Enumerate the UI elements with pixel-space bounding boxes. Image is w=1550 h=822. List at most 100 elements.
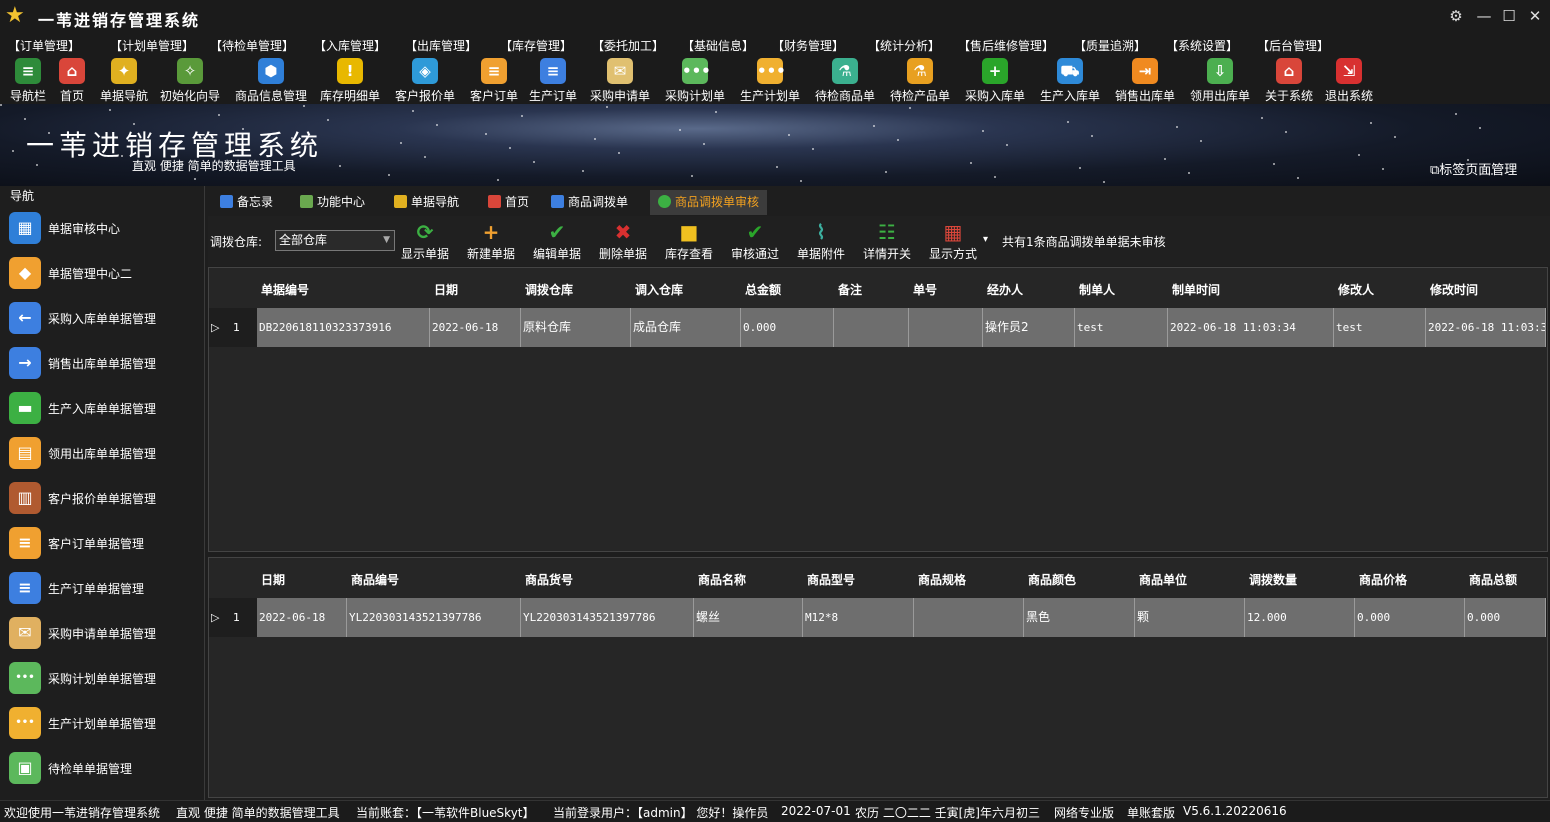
tab-1[interactable]: 备忘录 (212, 190, 281, 215)
toolbar-button-8[interactable]: ≡ 客户订单 (470, 58, 518, 104)
toolbar-button-2[interactable]: ⌂ 首页 (59, 58, 85, 104)
action-button-6[interactable]: ✔ 审核通过 (731, 219, 779, 262)
tab-6[interactable]: 商品调拨单审核 (650, 190, 768, 215)
column-header[interactable]: 调入仓库 (635, 281, 683, 298)
column-header[interactable]: 商品名称 (698, 571, 746, 588)
table-cell[interactable] (914, 598, 1024, 637)
column-header[interactable]: 商品总额 (1469, 571, 1517, 588)
toolbar-button-13[interactable]: ⚗ 待检商品单 (815, 58, 875, 104)
warehouse-select[interactable]: 全部仓库 ▼ (275, 230, 395, 251)
table-cell[interactable]: test (1334, 308, 1426, 347)
menu-item[interactable]: 【后台管理】 (1257, 37, 1329, 54)
table-cell[interactable]: 0.000 (1465, 598, 1546, 637)
table-cell[interactable]: 颗 (1135, 598, 1245, 637)
action-button-3[interactable]: ✔ 编辑单据 (533, 219, 581, 262)
toolbar-button-4[interactable]: ✧ 初始化向导 (160, 58, 220, 104)
menu-item[interactable]: 【入库管理】 (314, 37, 386, 54)
settings-gear-icon[interactable]: ⚙ (1444, 5, 1468, 27)
table-cell[interactable]: 螺丝 (694, 598, 803, 637)
toolbar-button-11[interactable]: ••• 采购计划单 (665, 58, 725, 104)
column-header[interactable]: 商品颜色 (1028, 571, 1076, 588)
action-button-7[interactable]: ⌇ 单据附件 (797, 219, 845, 262)
action-button-4[interactable]: ✖ 删除单据 (599, 219, 647, 262)
column-header[interactable]: 商品价格 (1359, 571, 1407, 588)
toolbar-button-17[interactable]: ⇥ 销售出库单 (1115, 58, 1175, 104)
menu-item[interactable]: 【财务管理】 (772, 37, 844, 54)
toolbar-button-1[interactable]: ≡ 导航栏 (10, 58, 46, 104)
sidebar-item-4[interactable]: → 销售出库单单据管理 (0, 340, 204, 385)
table-cell[interactable]: YL220303143521397786 (347, 598, 521, 637)
toolbar-button-9[interactable]: ≡ 生产订单 (529, 58, 577, 104)
table-cell[interactable]: 操作员2 (983, 308, 1075, 347)
sidebar-item-7[interactable]: ▥ 客户报价单单据管理 (0, 475, 204, 520)
column-header[interactable]: 商品货号 (525, 571, 573, 588)
toolbar-button-16[interactable]: ⛟ 生产入库单 (1040, 58, 1100, 104)
toolbar-button-20[interactable]: ⇲ 退出系统 (1325, 58, 1373, 104)
toolbar-button-7[interactable]: ◈ 客户报价单 (395, 58, 455, 104)
tab-5[interactable]: 商品调拨单 (543, 190, 636, 215)
column-header[interactable]: 调拨仓库 (525, 281, 573, 298)
menu-item[interactable]: 【基础信息】 (682, 37, 754, 54)
column-header[interactable]: 修改人 (1338, 281, 1374, 298)
toolbar-button-18[interactable]: ⇩ 领用出库单 (1190, 58, 1250, 104)
toolbar-button-5[interactable]: ⬢ 商品信息管理 (235, 58, 307, 104)
table-cell[interactable]: test (1075, 308, 1168, 347)
table-cell[interactable]: DB220618110323373916 (257, 308, 430, 347)
table-cell[interactable]: 2022-06-18 11:03:34 (1168, 308, 1334, 347)
column-header[interactable]: 总金额 (745, 281, 781, 298)
menu-item[interactable]: 【委托加工】 (592, 37, 664, 54)
minimize-button[interactable]: — (1472, 5, 1496, 27)
action-button-8[interactable]: ☷ 详情开关 (863, 219, 911, 262)
column-header[interactable]: 备注 (838, 281, 862, 298)
sidebar-item-11[interactable]: ••• 采购计划单单据管理 (0, 655, 204, 700)
column-header[interactable]: 商品编号 (351, 571, 399, 588)
menu-item[interactable]: 【计划单管理】 (110, 37, 194, 54)
sidebar-item-3[interactable]: ← 采购入库单单据管理 (0, 295, 204, 340)
action-button-2[interactable]: + 新建单据 (467, 219, 515, 262)
menu-item[interactable]: 【库存管理】 (500, 37, 572, 54)
sidebar-item-9[interactable]: ≡ 生产订单单据管理 (0, 565, 204, 610)
table-cell[interactable]: 0.000 (1355, 598, 1465, 637)
sidebar-item-10[interactable]: ✉ 采购申请单单据管理 (0, 610, 204, 655)
sidebar-item-8[interactable]: ≡ 客户订单单据管理 (0, 520, 204, 565)
column-header[interactable]: 单据编号 (261, 281, 309, 298)
table-row[interactable]: ▷ 1 DB220618110323373916 2022-06-18 原料仓库 成品… (209, 308, 1547, 347)
sidebar-item-1[interactable]: ▦ 单据审核中心 (0, 205, 204, 250)
table-cell[interactable]: 原料仓库 (521, 308, 631, 347)
table-row[interactable]: ▷ 1 2022-06-18 YL220303143521397786 YL2203… (209, 598, 1547, 637)
tab-manager-button[interactable]: ⧉标签页面管理 (1430, 159, 1517, 178)
close-button[interactable]: ✕ (1523, 5, 1547, 27)
sidebar-item-2[interactable]: ◆ 单据管理中心二 (0, 250, 204, 295)
menu-item[interactable]: 【待检单管理】 (210, 37, 294, 54)
sidebar-item-12[interactable]: ••• 生产计划单单据管理 (0, 700, 204, 745)
action-button-5[interactable]: ■ 库存查看 (665, 219, 713, 262)
sidebar-item-13[interactable]: ▣ 待检单单据管理 (0, 745, 204, 790)
table-cell[interactable]: 0.000 (741, 308, 834, 347)
menu-item[interactable]: 【统计分析】 (868, 37, 940, 54)
column-header[interactable]: 制单人 (1079, 281, 1115, 298)
column-header[interactable]: 商品型号 (807, 571, 855, 588)
column-header[interactable]: 经办人 (987, 281, 1023, 298)
table-cell[interactable] (834, 308, 909, 347)
table-cell[interactable]: 2022-06-18 (430, 308, 521, 347)
toolbar-button-3[interactable]: ✦ 单据导航 (100, 58, 148, 104)
table-cell[interactable]: YL220303143521397786 (521, 598, 694, 637)
menu-item[interactable]: 【系统设置】 (1166, 37, 1238, 54)
action-button-9[interactable]: ▦ 显示方式 (929, 219, 977, 262)
column-header[interactable]: 日期 (434, 281, 458, 298)
tab-2[interactable]: 功能中心 (292, 190, 373, 215)
sidebar-item-5[interactable]: ▬ 生产入库单单据管理 (0, 385, 204, 430)
table-cell[interactable]: M12*8 (803, 598, 914, 637)
menu-item[interactable]: 【质量追溯】 (1074, 37, 1146, 54)
toolbar-button-14[interactable]: ⚗ 待检产品单 (890, 58, 950, 104)
menu-item[interactable]: 【出库管理】 (405, 37, 477, 54)
toolbar-button-12[interactable]: ••• 生产计划单 (740, 58, 800, 104)
table-cell[interactable] (909, 308, 983, 347)
display-mode-chevron-icon[interactable]: ▾ (983, 234, 988, 245)
table-cell[interactable]: 黑色 (1024, 598, 1135, 637)
column-header[interactable]: 商品规格 (918, 571, 966, 588)
tab-3[interactable]: 单据导航 (386, 190, 467, 215)
tab-4[interactable]: 首页 (480, 190, 537, 215)
table-cell[interactable]: 12.000 (1245, 598, 1355, 637)
column-header[interactable]: 商品单位 (1139, 571, 1187, 588)
